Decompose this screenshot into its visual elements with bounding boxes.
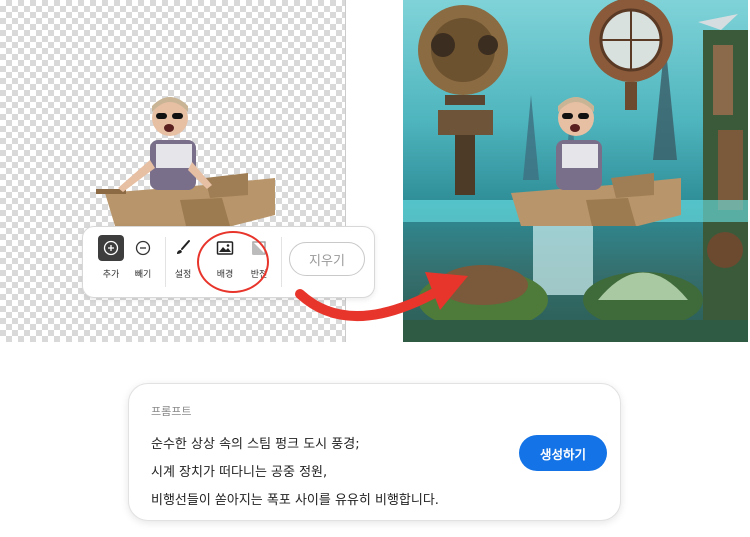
subtract-tool-button[interactable]: 빼기 (123, 235, 163, 289)
brush-settings-icon (170, 235, 196, 261)
prompt-text-line[interactable]: 순수한 상상 속의 스팀 펑크 도시 풍경; (151, 433, 360, 452)
prompt-text-line[interactable]: 시계 장치가 떠다니는 공중 정원, (151, 461, 327, 480)
prompt-text-line[interactable]: 비행선들이 쏟아지는 폭포 사이를 유유히 비행합니다. (151, 489, 439, 508)
invert-tool-button[interactable]: 반전 (239, 235, 279, 289)
prompt-card: 프롬프트 순수한 상상 속의 스팀 펑크 도시 풍경; 시계 장치가 떠다니는 … (128, 383, 621, 521)
toolbar-divider (281, 237, 282, 287)
invert-icon (246, 235, 272, 261)
invert-tool-label: 반전 (250, 270, 268, 280)
settings-tool-button[interactable]: 설정 (163, 235, 203, 289)
settings-tool-label: 설정 (174, 270, 192, 280)
generate-button[interactable]: 생성하기 (519, 435, 607, 471)
subtract-brush-icon (130, 235, 156, 261)
add-brush-icon (98, 235, 124, 261)
prompt-label: 프롬프트 (151, 405, 192, 418)
subtract-tool-label: 빼기 (134, 270, 152, 280)
background-image-icon (212, 235, 238, 261)
red-arrow-icon (295, 272, 468, 322)
